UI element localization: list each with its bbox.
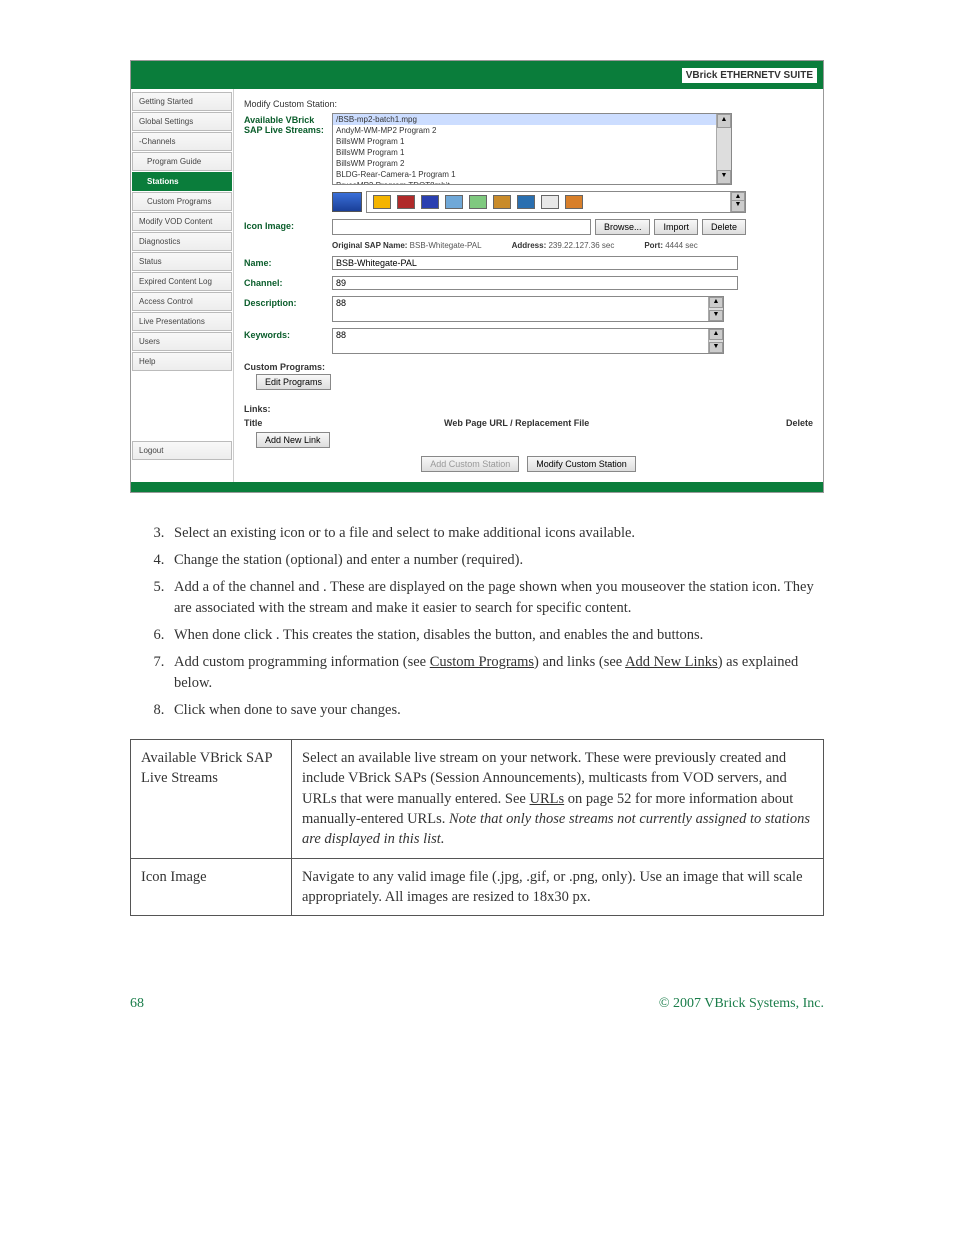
stream-item[interactable]: BruceMP2 Program TDOT8mbit bbox=[333, 180, 731, 185]
sidebar-item-custom-programs[interactable]: Custom Programs bbox=[132, 192, 232, 211]
scrollbar[interactable]: ▲ ▼ bbox=[708, 329, 723, 353]
step-6: When done click . This creates the stati… bbox=[168, 625, 824, 646]
sidebar-item-logout[interactable]: Logout bbox=[132, 441, 232, 460]
channel-icon[interactable] bbox=[541, 195, 559, 209]
sidebar-item-expired-log[interactable]: Expired Content Log bbox=[132, 272, 232, 291]
channel-icon[interactable] bbox=[373, 195, 391, 209]
scroll-up-icon[interactable]: ▲ bbox=[717, 114, 731, 128]
description-label: Description: bbox=[244, 296, 332, 308]
sidebar-item-getting-started[interactable]: Getting Started bbox=[132, 92, 232, 111]
sidebar-item-live-presentations[interactable]: Live Presentations bbox=[132, 312, 232, 331]
app-screenshot: VBrick ETHERNETV SUITE Getting Started G… bbox=[130, 60, 824, 493]
footer-bar bbox=[131, 482, 823, 492]
field-desc-cell: Navigate to any valid image file (.jpg, … bbox=[292, 858, 824, 916]
icon-picker[interactable]: ▲ ▼ bbox=[366, 191, 746, 213]
streams-label: Available VBrick SAP Live Streams: bbox=[244, 113, 332, 135]
sidebar-item-diagnostics[interactable]: Diagnostics bbox=[132, 232, 232, 251]
add-new-link-button[interactable]: Add New Link bbox=[256, 432, 330, 448]
scroll-up-icon[interactable]: ▲ bbox=[709, 297, 723, 308]
keywords-label: Keywords: bbox=[244, 328, 332, 340]
table-row: Icon Image Navigate to any valid image f… bbox=[131, 858, 824, 916]
modify-custom-station-button[interactable]: Modify Custom Station bbox=[527, 456, 636, 472]
browse-button[interactable]: Browse... bbox=[595, 219, 651, 235]
edit-programs-button[interactable]: Edit Programs bbox=[256, 374, 331, 390]
channel-input[interactable] bbox=[332, 276, 738, 290]
field-description-table: Available VBrick SAP Live Streams Select… bbox=[130, 739, 824, 916]
stream-item[interactable]: /BSB-mp2-batch1.mpg bbox=[333, 114, 731, 125]
add-custom-station-button: Add Custom Station bbox=[421, 456, 519, 472]
page-footer: 68 © 2007 VBrick Systems, Inc. bbox=[130, 996, 824, 1012]
channel-icon[interactable] bbox=[469, 195, 487, 209]
step-7: Add custom programming information (see … bbox=[168, 652, 824, 694]
links-heading: Links: bbox=[244, 404, 813, 414]
custom-programs-heading: Custom Programs: bbox=[244, 362, 813, 372]
scroll-down-icon[interactable]: ▼ bbox=[731, 200, 745, 212]
field-name-cell: Available VBrick SAP Live Streams bbox=[131, 740, 292, 858]
sidebar-item-program-guide[interactable]: Program Guide bbox=[132, 152, 232, 171]
instruction-list: Select an existing icon or to a file and… bbox=[130, 523, 824, 721]
stream-item[interactable]: BLDG-Rear-Camera-1 Program 1 bbox=[333, 169, 731, 180]
stream-item[interactable]: BillsWM Program 1 bbox=[333, 136, 731, 147]
add-new-links-link[interactable]: Add New Links bbox=[625, 654, 718, 670]
urls-link[interactable]: URLs bbox=[530, 791, 565, 807]
copyright: © 2007 VBrick Systems, Inc. bbox=[659, 996, 824, 1012]
sidebar: Getting Started Global Settings -Channel… bbox=[131, 89, 234, 482]
sidebar-item-users[interactable]: Users bbox=[132, 332, 232, 351]
table-row: Available VBrick SAP Live Streams Select… bbox=[131, 740, 824, 858]
sidebar-item-modify-vod[interactable]: Modify VOD Content bbox=[132, 212, 232, 231]
scroll-down-icon[interactable]: ▼ bbox=[709, 342, 723, 353]
scroll-up-icon[interactable]: ▲ bbox=[709, 329, 723, 340]
step-5: Add a of the channel and . These are dis… bbox=[168, 577, 824, 619]
icon-image-label: Icon Image: bbox=[244, 219, 332, 231]
streams-listbox[interactable]: /BSB-mp2-batch1.mpg AndyM-WM-MP2 Program… bbox=[332, 113, 732, 185]
stream-metadata: Original SAP Name: BSB-Whitegate-PAL Add… bbox=[332, 241, 813, 250]
import-button[interactable]: Import bbox=[654, 219, 698, 235]
channel-label: Channel: bbox=[244, 276, 332, 288]
scrollbar[interactable]: ▲ ▼ bbox=[730, 192, 745, 212]
page-title: Modify Custom Station: bbox=[244, 99, 813, 109]
scrollbar[interactable]: ▲ ▼ bbox=[708, 297, 723, 321]
delete-button[interactable]: Delete bbox=[702, 219, 746, 235]
main-panel: Modify Custom Station: Available VBrick … bbox=[234, 89, 823, 482]
scrollbar[interactable]: ▲ ▼ bbox=[716, 114, 731, 184]
vbrick-logo: VBrick ETHERNETV SUITE bbox=[682, 68, 817, 83]
channel-icon[interactable] bbox=[565, 195, 583, 209]
scroll-down-icon[interactable]: ▼ bbox=[709, 310, 723, 321]
stream-item[interactable]: AndyM-WM-MP2 Program 2 bbox=[333, 125, 731, 136]
custom-programs-link[interactable]: Custom Programs bbox=[430, 654, 534, 670]
selected-icon-preview bbox=[332, 192, 362, 212]
channel-icon[interactable] bbox=[397, 195, 415, 209]
sidebar-item-channels[interactable]: -Channels bbox=[132, 132, 232, 151]
step-8: Click when done to save your changes. bbox=[168, 700, 824, 721]
stream-item[interactable]: BillsWM Program 2 bbox=[333, 158, 731, 169]
page-number: 68 bbox=[130, 996, 144, 1012]
name-label: Name: bbox=[244, 256, 332, 268]
field-desc-cell: Select an available live stream on your … bbox=[292, 740, 824, 858]
sidebar-item-stations[interactable]: Stations bbox=[132, 172, 232, 191]
links-columns: Title Web Page URL / Replacement File De… bbox=[244, 418, 813, 428]
sidebar-item-status[interactable]: Status bbox=[132, 252, 232, 271]
channel-icon[interactable] bbox=[421, 195, 439, 209]
channel-icon[interactable] bbox=[517, 195, 535, 209]
header-bar: VBrick ETHERNETV SUITE bbox=[131, 61, 823, 89]
icon-path-input[interactable] bbox=[332, 219, 591, 235]
step-3: Select an existing icon or to a file and… bbox=[168, 523, 824, 544]
scroll-down-icon[interactable]: ▼ bbox=[717, 170, 731, 184]
channel-icon[interactable] bbox=[445, 195, 463, 209]
step-4: Change the station (optional) and enter … bbox=[168, 550, 824, 571]
keywords-input[interactable]: 88 ▲ ▼ bbox=[332, 328, 724, 354]
sidebar-item-global-settings[interactable]: Global Settings bbox=[132, 112, 232, 131]
channel-icon[interactable] bbox=[493, 195, 511, 209]
field-name-cell: Icon Image bbox=[131, 858, 292, 916]
sidebar-item-help[interactable]: Help bbox=[132, 352, 232, 371]
name-input[interactable] bbox=[332, 256, 738, 270]
sidebar-item-access-control[interactable]: Access Control bbox=[132, 292, 232, 311]
stream-item[interactable]: BillsWM Program 1 bbox=[333, 147, 731, 158]
description-input[interactable]: 88 ▲ ▼ bbox=[332, 296, 724, 322]
